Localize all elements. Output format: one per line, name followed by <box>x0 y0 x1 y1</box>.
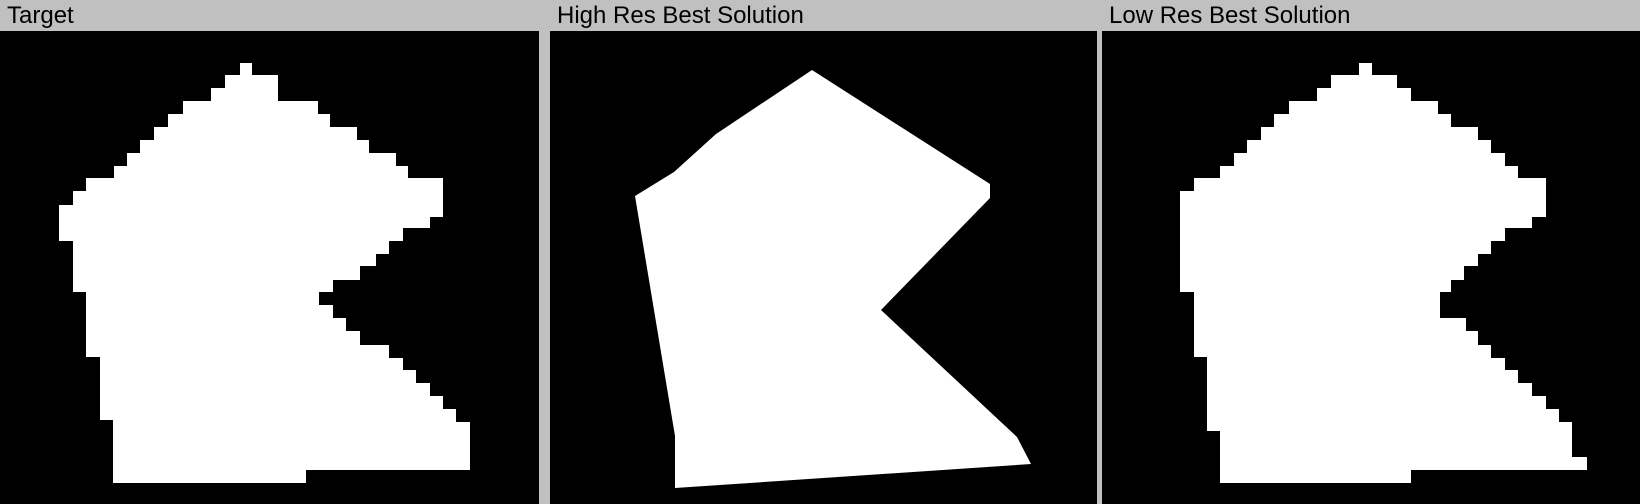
high-res-panel: High Res Best Solution <box>550 0 1097 504</box>
high-res-polygon-shape <box>635 70 1031 488</box>
target-panel-title: Target <box>7 2 74 29</box>
target-canvas <box>0 31 539 504</box>
target-pixelated-shape <box>59 63 470 483</box>
high-res-panel-title: High Res Best Solution <box>557 2 804 29</box>
low-res-canvas <box>1102 31 1640 504</box>
target-panel: Target <box>0 0 539 504</box>
high-res-canvas <box>550 31 1097 504</box>
target-shape-svg <box>59 63 470 483</box>
low-res-panel-title: Low Res Best Solution <box>1109 2 1351 29</box>
low-res-pixelated-shape <box>1180 63 1587 483</box>
low-res-panel: Low Res Best Solution <box>1102 0 1640 504</box>
low-res-shape-svg <box>1180 63 1587 483</box>
high-res-shape-svg <box>635 70 1031 488</box>
